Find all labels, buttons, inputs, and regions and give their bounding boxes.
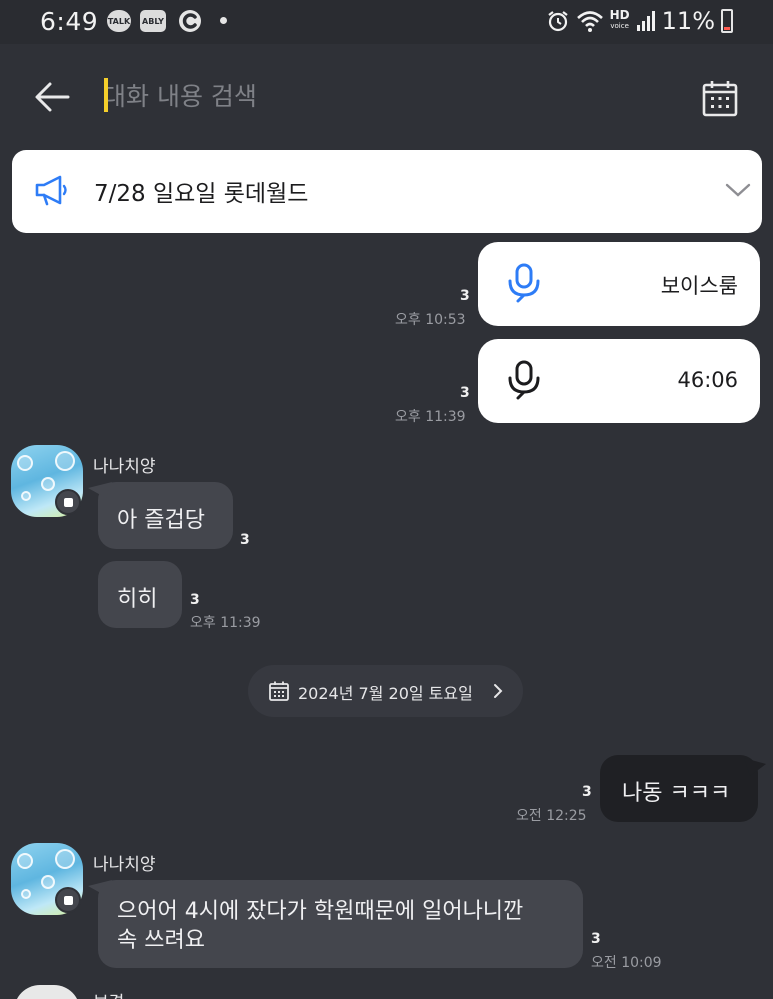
profile-badge-icon — [55, 887, 81, 913]
message-time: 오후 11:39 — [395, 409, 466, 425]
signal-icon — [636, 11, 655, 31]
message-time: 오전 10:09 — [591, 955, 662, 971]
text-cursor — [104, 78, 108, 112]
chevron-right-icon — [494, 684, 503, 698]
message-time: 오후 10:53 — [395, 312, 466, 328]
unread-count: 3 — [591, 931, 601, 947]
hd-sub-label: voice — [610, 22, 629, 30]
message-bubble[interactable]: 히히 — [98, 561, 182, 628]
pinned-notice[interactable]: 7/28 일요일 롯데월드 — [12, 150, 762, 233]
alarm-icon — [547, 11, 568, 32]
megaphone-icon — [35, 175, 67, 206]
ably-notification-icon: ABLY — [140, 10, 166, 32]
more-notifications-dot-icon — [220, 17, 227, 24]
message-bubble[interactable]: 으어어 4시에 잤다가 학원때문에 일어나니깐 속 쓰려요 — [98, 880, 583, 968]
sender-name: 보경 — [93, 988, 124, 999]
message-text: 나동 ㅋㅋㅋ — [622, 781, 731, 806]
bubble-tail-icon — [744, 758, 766, 776]
voice-mic-icon — [508, 263, 540, 303]
status-right-group: HD voice 11% — [546, 6, 733, 36]
unread-count: 3 — [460, 385, 470, 401]
message-text-line: 속 쓰려요 — [117, 928, 205, 953]
message-text: 히히 — [117, 587, 158, 612]
kakaotalk-notification-icon: TALK — [107, 10, 131, 32]
chat-screen: 6:49 TALK ABLY HD voice 11% 대화 내용 검색 7/2… — [0, 0, 773, 999]
notice-text: 7/28 일요일 롯데월드 — [94, 181, 309, 207]
message-text-line: 으어어 4시에 잤다가 학원때문에 일어나니깐 — [117, 899, 524, 924]
search-input[interactable] — [103, 74, 663, 118]
unread-count: 3 — [582, 784, 592, 800]
avatar[interactable] — [14, 985, 80, 999]
message-time: 오후 11:39 — [190, 615, 261, 631]
sent-message-bubble[interactable]: 나동 ㅋㅋㅋ — [600, 755, 758, 822]
chevron-down-icon[interactable] — [724, 180, 752, 200]
date-divider-text: 2024년 7월 20일 토요일 — [298, 684, 473, 703]
voicecall-card[interactable]: 46:06 — [478, 339, 760, 423]
message-time: 오전 12:25 — [516, 808, 587, 824]
search-header — [0, 44, 773, 148]
battery-icon — [721, 9, 733, 33]
status-time: 6:49 — [40, 7, 99, 36]
hd-label: HD — [609, 8, 630, 22]
message-text: 아 즐겁당 — [117, 508, 205, 533]
app-c-notification-icon — [179, 10, 201, 32]
call-duration: 46:06 — [677, 368, 738, 392]
calendar-icon[interactable] — [700, 78, 740, 118]
sender-name: 나나치양 — [93, 855, 156, 875]
back-arrow-icon[interactable] — [30, 78, 74, 116]
unread-count: 3 — [460, 288, 470, 304]
wifi-icon — [576, 11, 603, 32]
status-bar: 6:49 TALK ABLY HD voice 11% — [0, 0, 773, 44]
profile-badge-icon — [55, 489, 81, 515]
message-bubble[interactable]: 아 즐겁당 — [98, 482, 233, 549]
sender-name: 나나치양 — [93, 457, 156, 477]
calendar-small-icon — [269, 681, 289, 701]
bubble-tail-icon — [88, 482, 112, 498]
date-divider[interactable]: 2024년 7월 20일 토요일 — [248, 665, 523, 717]
voiceroom-title: 보이스룸 — [660, 274, 738, 298]
unread-count: 3 — [240, 532, 250, 548]
hd-voice-indicator: HD voice — [609, 8, 630, 32]
unread-count: 3 — [190, 592, 200, 608]
call-mic-icon — [508, 360, 540, 400]
voiceroom-card[interactable]: 보이스룸 — [478, 242, 760, 326]
battery-percent: 11% — [661, 7, 715, 35]
